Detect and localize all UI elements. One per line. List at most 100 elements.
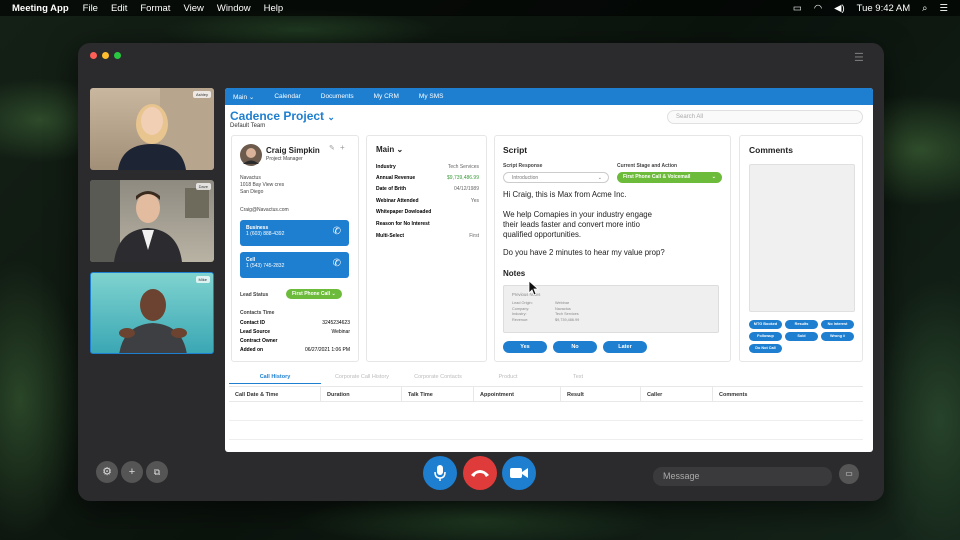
edit-icon[interactable]: ✎ <box>329 144 335 152</box>
menu-file[interactable]: File <box>83 3 98 14</box>
video-tile-3[interactable]: Mike <box>90 272 214 354</box>
menu-edit[interactable]: Edit <box>111 3 127 14</box>
tab-call-history[interactable]: Call History <box>229 370 321 384</box>
project-title[interactable]: Cadence Project ⌄ <box>230 109 335 123</box>
business-phone: 1 (603) 888-4392 <box>246 231 285 237</box>
later-button[interactable]: Later <box>603 341 647 353</box>
end-call-button[interactable] <box>463 456 497 490</box>
wifi-icon[interactable]: ◠ <box>814 3 822 14</box>
video-tile-2[interactable]: Dave <box>90 180 214 262</box>
nav-documents[interactable]: Documents <box>321 93 354 100</box>
settings-gear-icon[interactable]: ⚙ <box>96 461 118 483</box>
column-header[interactable]: Duration <box>321 387 402 401</box>
zoom-window-button[interactable] <box>114 52 121 59</box>
script-response-label: Script Response <box>503 163 543 169</box>
yes-button[interactable]: Yes <box>503 341 547 353</box>
menu-help[interactable]: Help <box>264 3 284 14</box>
microphone-button[interactable] <box>423 456 457 490</box>
tab-corporate-call-history[interactable]: Corporate Call History <box>321 370 403 384</box>
tag-results[interactable]: Results <box>785 320 818 329</box>
tag-no-interest[interactable]: No Interest <box>821 320 854 329</box>
main-row: Industry Tech Services <box>376 164 479 170</box>
business-phone-card[interactable]: Business 1 (603) 888-4392 ✆ <box>240 220 349 246</box>
cast-screen-icon[interactable]: ⧉ <box>146 461 168 483</box>
field-value: Tech Services <box>447 164 479 170</box>
search-input[interactable]: Search All <box>667 110 863 124</box>
tab-product[interactable]: Product <box>473 370 543 384</box>
field-label: Annual Revenue <box>376 175 416 181</box>
stage-action-value: First Phone Call & Voicemail <box>623 174 691 180</box>
column-header[interactable]: Caller <box>641 387 713 401</box>
search-icon[interactable]: ⌕ <box>922 3 927 14</box>
note-label: Revenue: <box>512 317 529 322</box>
main-row: Reason for No Interest <box>376 221 479 227</box>
city: San Diego <box>240 189 264 195</box>
nav-my-crm[interactable]: My CRM <box>374 93 399 100</box>
app-name[interactable]: Meeting App <box>12 3 69 14</box>
participant-video <box>119 289 187 353</box>
column-header[interactable]: Call Date & Time <box>229 387 321 401</box>
nav-main-label: Main <box>233 93 248 101</box>
phone-icon[interactable]: ✆ <box>333 258 341 269</box>
email-link[interactable]: Craig@Navactus.com <box>240 207 289 213</box>
tag-mtg-booked[interactable]: MTG Booked <box>749 320 782 329</box>
contact-title: Project Manager <box>266 156 303 162</box>
stage-action-select[interactable]: First Phone Call & Voicemail ⌄ <box>617 172 722 183</box>
column-header[interactable]: Result <box>561 387 641 401</box>
video-tile-1[interactable]: Ashley <box>90 88 214 170</box>
tag-followup[interactable]: Followup <box>749 332 782 341</box>
tab-corporate-contacts[interactable]: Corporate Contacts <box>403 370 473 384</box>
airplay-icon[interactable]: ▭ <box>793 3 802 14</box>
contacts-time-label: Contacts Time <box>240 310 275 316</box>
script-line: Do you have 2 minutes to hear my value p… <box>503 248 665 257</box>
add-icon[interactable]: + <box>121 461 143 483</box>
lead-source-value: Webinar <box>331 329 350 335</box>
company: Navactus <box>240 175 261 181</box>
phone-icon[interactable]: ✆ <box>333 226 341 237</box>
lead-source-row: Lead Source Webinar <box>240 329 350 335</box>
history-table-header: Call Date & Time Duration Talk Time Appo… <box>229 386 863 402</box>
menu-view[interactable]: View <box>183 3 203 14</box>
column-header[interactable]: Talk Time <box>402 387 474 401</box>
tag-sold[interactable]: Sold <box>785 332 818 341</box>
hamburger-icon[interactable]: ☰ <box>854 51 866 64</box>
crm-header: Cadence Project ⌄ Default Team Search Al… <box>225 105 873 131</box>
menu-format[interactable]: Format <box>140 3 170 14</box>
nav-main[interactable]: Main ⌄ <box>233 93 254 101</box>
added-on-value: 06/27/2021 1:06 PM <box>304 347 350 353</box>
participant-label: Dave <box>195 183 211 190</box>
lead-status-select[interactable]: First Phone Call ⌄ <box>286 289 342 299</box>
main-row: Annual Revenue $9,739,486.99 <box>376 175 479 181</box>
nav-calendar[interactable]: Calendar <box>274 93 300 100</box>
clock[interactable]: Tue 9:42 AM <box>857 3 911 14</box>
chevron-down-icon: ⌄ <box>248 93 255 101</box>
chat-icon[interactable]: ▭ <box>839 464 859 484</box>
tag-do-not-call[interactable]: Do Not Call <box>749 344 782 353</box>
notes-title: Notes <box>503 269 526 278</box>
volume-icon[interactable]: ◀) <box>834 3 844 14</box>
main-panel-title-text: Main <box>376 145 395 154</box>
menu-window[interactable]: Window <box>217 3 251 14</box>
table-row[interactable] <box>229 402 863 421</box>
message-input[interactable]: Message <box>653 467 832 486</box>
table-row[interactable] <box>229 421 863 440</box>
column-header[interactable]: Appointment <box>474 387 561 401</box>
camera-button[interactable] <box>502 456 536 490</box>
no-button[interactable]: No <box>553 341 597 353</box>
main-panel-title[interactable]: Main ⌄ <box>376 145 403 154</box>
contract-owner-label: Contract Owner <box>240 338 278 344</box>
script-response-select[interactable]: Introduction ⌄ <box>503 172 609 183</box>
minimize-window-button[interactable] <box>102 52 109 59</box>
tab-text[interactable]: Text <box>543 370 613 384</box>
cell-phone-card[interactable]: Cell 1 (543) 745-2832 ✆ <box>240 252 349 278</box>
menu-list-icon[interactable]: ☰ <box>939 3 948 14</box>
close-window-button[interactable] <box>90 52 97 59</box>
add-icon[interactable]: + <box>340 143 345 152</box>
comments-box[interactable] <box>749 164 855 312</box>
field-value: $9,739,486.99 <box>447 175 479 181</box>
nav-my-sms[interactable]: My SMS <box>419 93 444 100</box>
tag-wrong[interactable]: Wrong # <box>821 332 854 341</box>
added-on-row: Added on 06/27/2021 1:06 PM <box>240 347 350 353</box>
lead-status-value: First Phone Call <box>292 291 331 297</box>
column-header[interactable]: Comments <box>713 387 863 401</box>
